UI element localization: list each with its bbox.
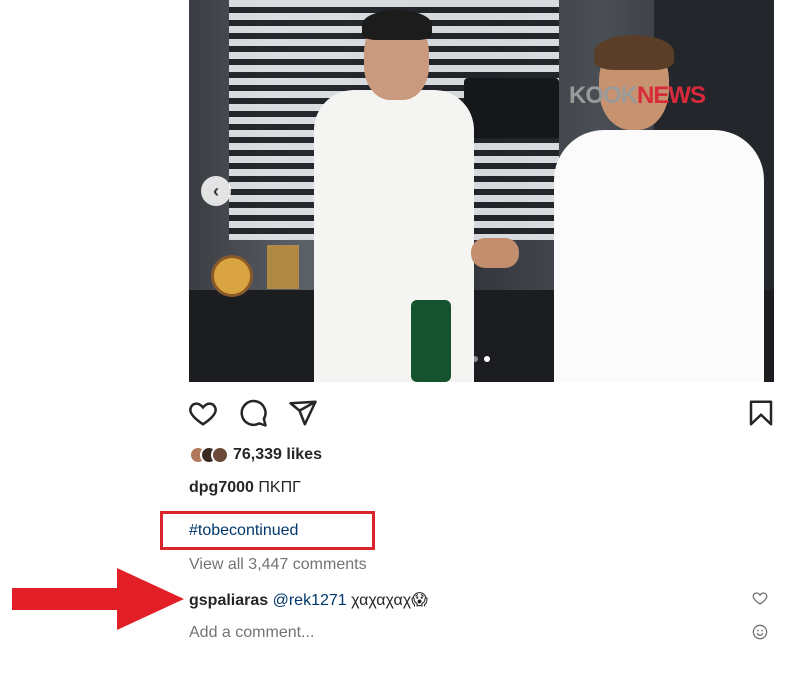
caption-text: ΠΚΠΓ <box>253 479 301 496</box>
comment-bubble-icon[interactable] <box>238 398 268 428</box>
handshake <box>471 238 519 268</box>
carousel-dot <box>472 356 478 362</box>
heart-icon[interactable] <box>188 398 218 428</box>
carousel-indicator <box>472 356 490 362</box>
avatar <box>211 446 229 464</box>
bookmark-icon[interactable] <box>746 398 776 428</box>
view-all-comments-link[interactable]: View all 3,447 comments <box>189 556 367 574</box>
green-jersey <box>411 300 451 382</box>
emoji-icon[interactable] <box>752 624 768 640</box>
caption-username[interactable]: dpg7000 <box>189 479 254 496</box>
lamp-shade <box>464 78 559 138</box>
paper-plane-icon[interactable] <box>288 398 318 428</box>
likes-row[interactable]: 76,339 likes <box>189 445 322 465</box>
hashtag-link[interactable]: #tobecontinued <box>189 522 298 540</box>
comment-text: χαχαχαχ😱 <box>346 592 428 609</box>
emblem-plaque <box>211 255 253 297</box>
news-watermark: KOOKNEWS <box>569 82 706 109</box>
carousel-prev-button[interactable]: ‹ <box>201 176 231 206</box>
add-comment-input[interactable]: Add a comment... <box>189 624 314 642</box>
post-caption: dpg7000 ΠΚΠΓ <box>189 479 301 497</box>
comment-username[interactable]: gspaliaras <box>189 592 268 609</box>
liker-avatars <box>189 446 231 464</box>
chevron-left-icon: ‹ <box>213 180 219 201</box>
post-action-bar <box>188 398 776 428</box>
likes-count[interactable]: 76,339 likes <box>233 446 322 464</box>
icon-frame <box>267 245 299 289</box>
red-arrow-annotation <box>12 568 184 630</box>
comment-like-heart-icon[interactable] <box>752 590 768 606</box>
post-image[interactable]: KOOKNEWS ‹ <box>189 0 774 382</box>
carousel-dot-active <box>484 356 490 362</box>
comment-mention[interactable]: @rek1271 <box>273 592 347 609</box>
hashtag-highlight-box: #tobecontinued <box>160 511 375 550</box>
comment-item: gspaliaras @rek1271 χαχαχαχ😱 <box>189 590 428 610</box>
